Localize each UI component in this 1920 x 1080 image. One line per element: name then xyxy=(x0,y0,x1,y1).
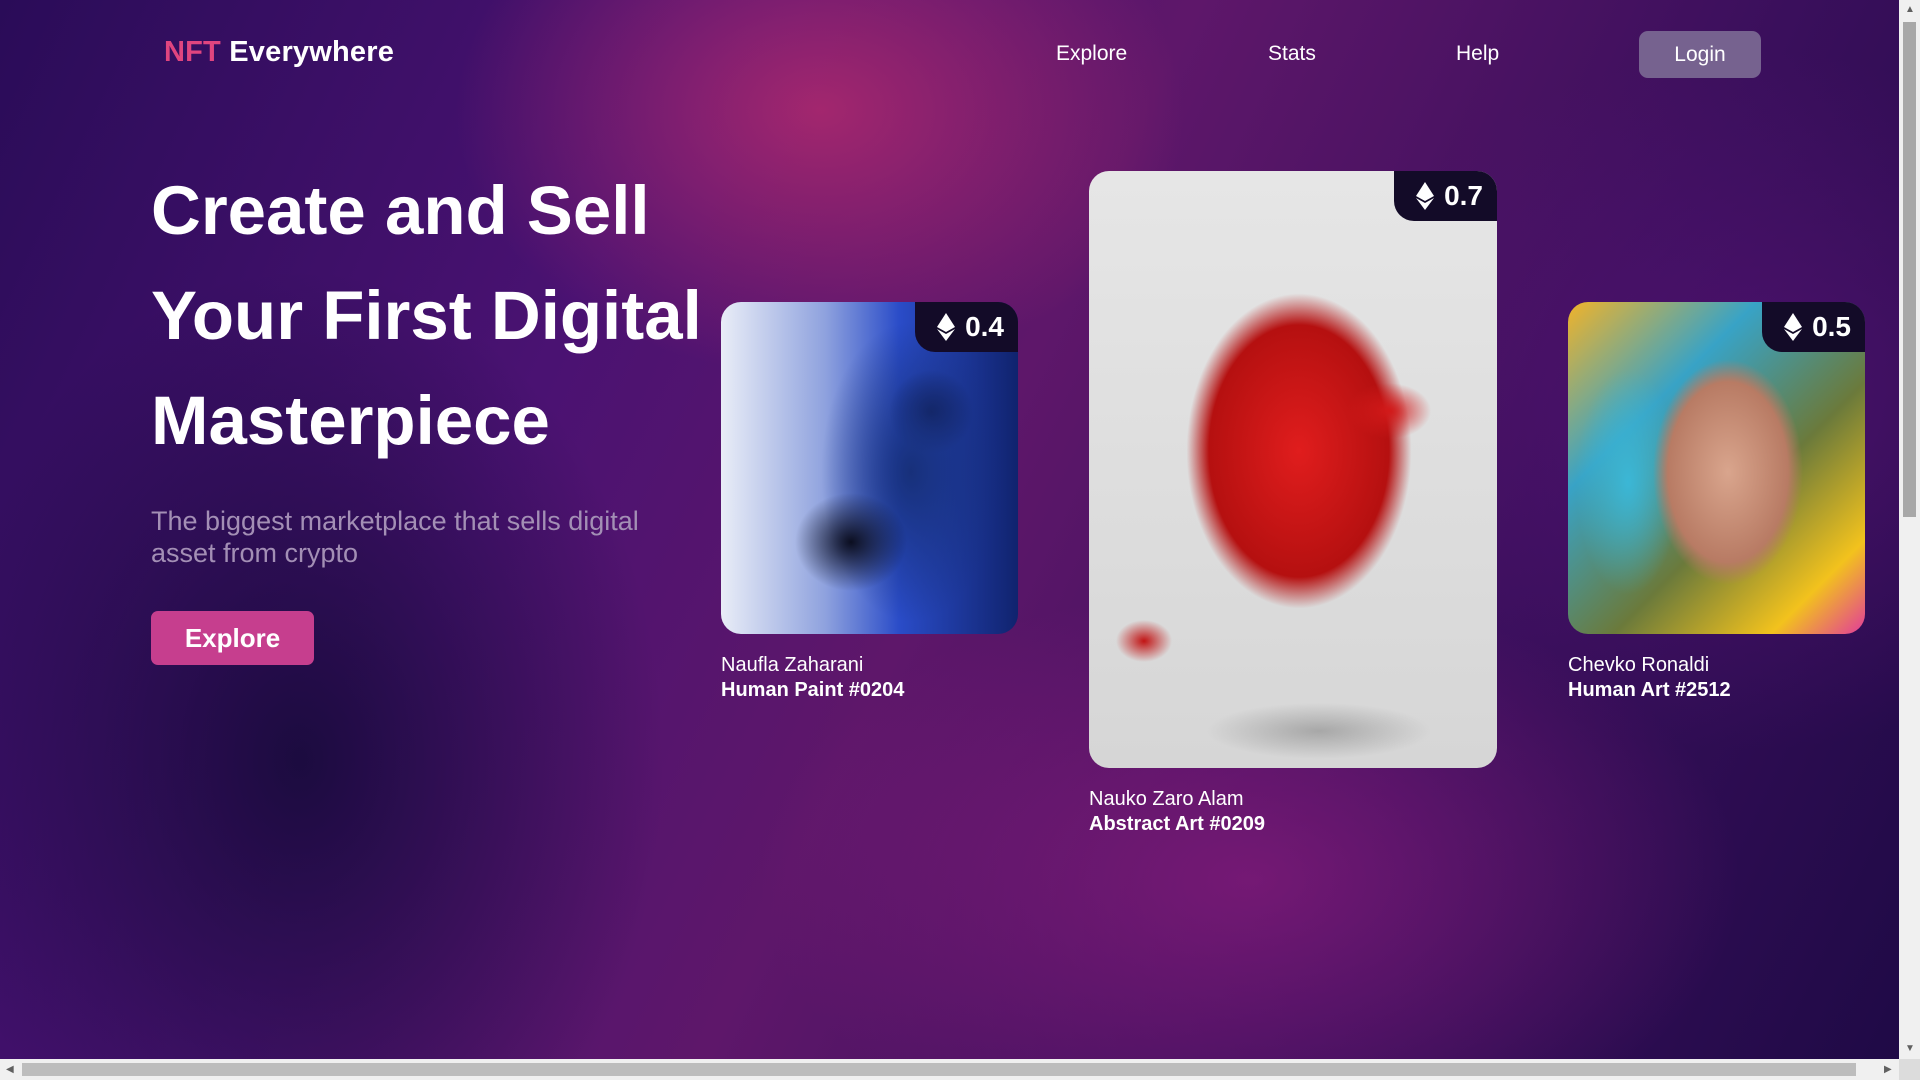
artwork-title: Abstract Art #0209 xyxy=(1089,813,1266,835)
vertical-scrollbar[interactable]: ▲ ▼ xyxy=(1899,0,1920,1059)
nav-help[interactable]: Help xyxy=(1456,42,1499,66)
horizontal-scroll-thumb[interactable] xyxy=(22,1063,1856,1076)
scrollbar-corner xyxy=(1899,1059,1920,1080)
hero-title: Create and Sell Your First Digital Maste… xyxy=(151,158,711,473)
artist-name: Nauko Zaro Alam xyxy=(1089,788,1244,810)
scroll-down-icon[interactable]: ▼ xyxy=(1905,1044,1915,1054)
ethereum-icon xyxy=(937,313,956,341)
nav-stats[interactable]: Stats xyxy=(1268,42,1316,66)
nft-artwork-image[interactable]: 0.5 xyxy=(1568,302,1865,634)
hero-title-line-2: Your First Digital xyxy=(151,277,702,354)
ethereum-icon xyxy=(1416,182,1435,210)
vertical-scroll-thumb[interactable] xyxy=(1903,22,1916,517)
price-value: 0.4 xyxy=(965,311,1004,342)
hero-subtitle: The biggest marketplace that sells digit… xyxy=(151,506,639,568)
nft-card[interactable]: 0.7 Nauko Zaro Alam Abstract Art #0209 xyxy=(1089,171,1497,836)
artwork-title: Human Art #2512 xyxy=(1568,679,1731,701)
nft-card[interactable]: 0.4 Naufla Zaharani Human Paint #0204 xyxy=(721,302,1018,702)
hero-title-line-1: Create and Sell xyxy=(151,172,650,249)
artist-name: Naufla Zaharani xyxy=(721,654,864,676)
explore-button[interactable]: Explore xyxy=(151,611,314,665)
hero-title-line-3: Masterpiece xyxy=(151,382,550,459)
price-tag: 0.5 xyxy=(1762,302,1865,352)
artwork-title: Human Paint #0204 xyxy=(721,679,905,701)
price-tag: 0.7 xyxy=(1394,171,1497,221)
nft-card[interactable]: 0.5 Chevko Ronaldi Human Art #2512 xyxy=(1568,302,1865,702)
price-value: 0.5 xyxy=(1812,311,1851,342)
scroll-up-icon[interactable]: ▲ xyxy=(1905,5,1915,15)
price-tag: 0.4 xyxy=(915,302,1018,352)
nft-artwork-image[interactable]: 0.7 xyxy=(1089,171,1497,768)
scroll-right-icon[interactable]: ▶ xyxy=(1884,1065,1892,1075)
logo-nft-text: NFT xyxy=(164,36,221,68)
horizontal-scrollbar[interactable]: ◀ ▶ xyxy=(0,1059,1899,1080)
login-button[interactable]: Login xyxy=(1639,31,1761,78)
ethereum-icon xyxy=(1784,313,1803,341)
nft-artwork-image[interactable]: 0.4 xyxy=(721,302,1018,634)
nav-explore[interactable]: Explore xyxy=(1056,42,1127,66)
landing-page: NFT Everywhere Explore Stats Help Login … xyxy=(0,0,1899,1059)
scroll-left-icon[interactable]: ◀ xyxy=(6,1065,14,1075)
price-value: 0.7 xyxy=(1444,180,1483,211)
artist-name: Chevko Ronaldi xyxy=(1568,654,1710,676)
site-logo[interactable]: NFT Everywhere xyxy=(164,36,394,69)
logo-everywhere-text: Everywhere xyxy=(229,36,395,68)
